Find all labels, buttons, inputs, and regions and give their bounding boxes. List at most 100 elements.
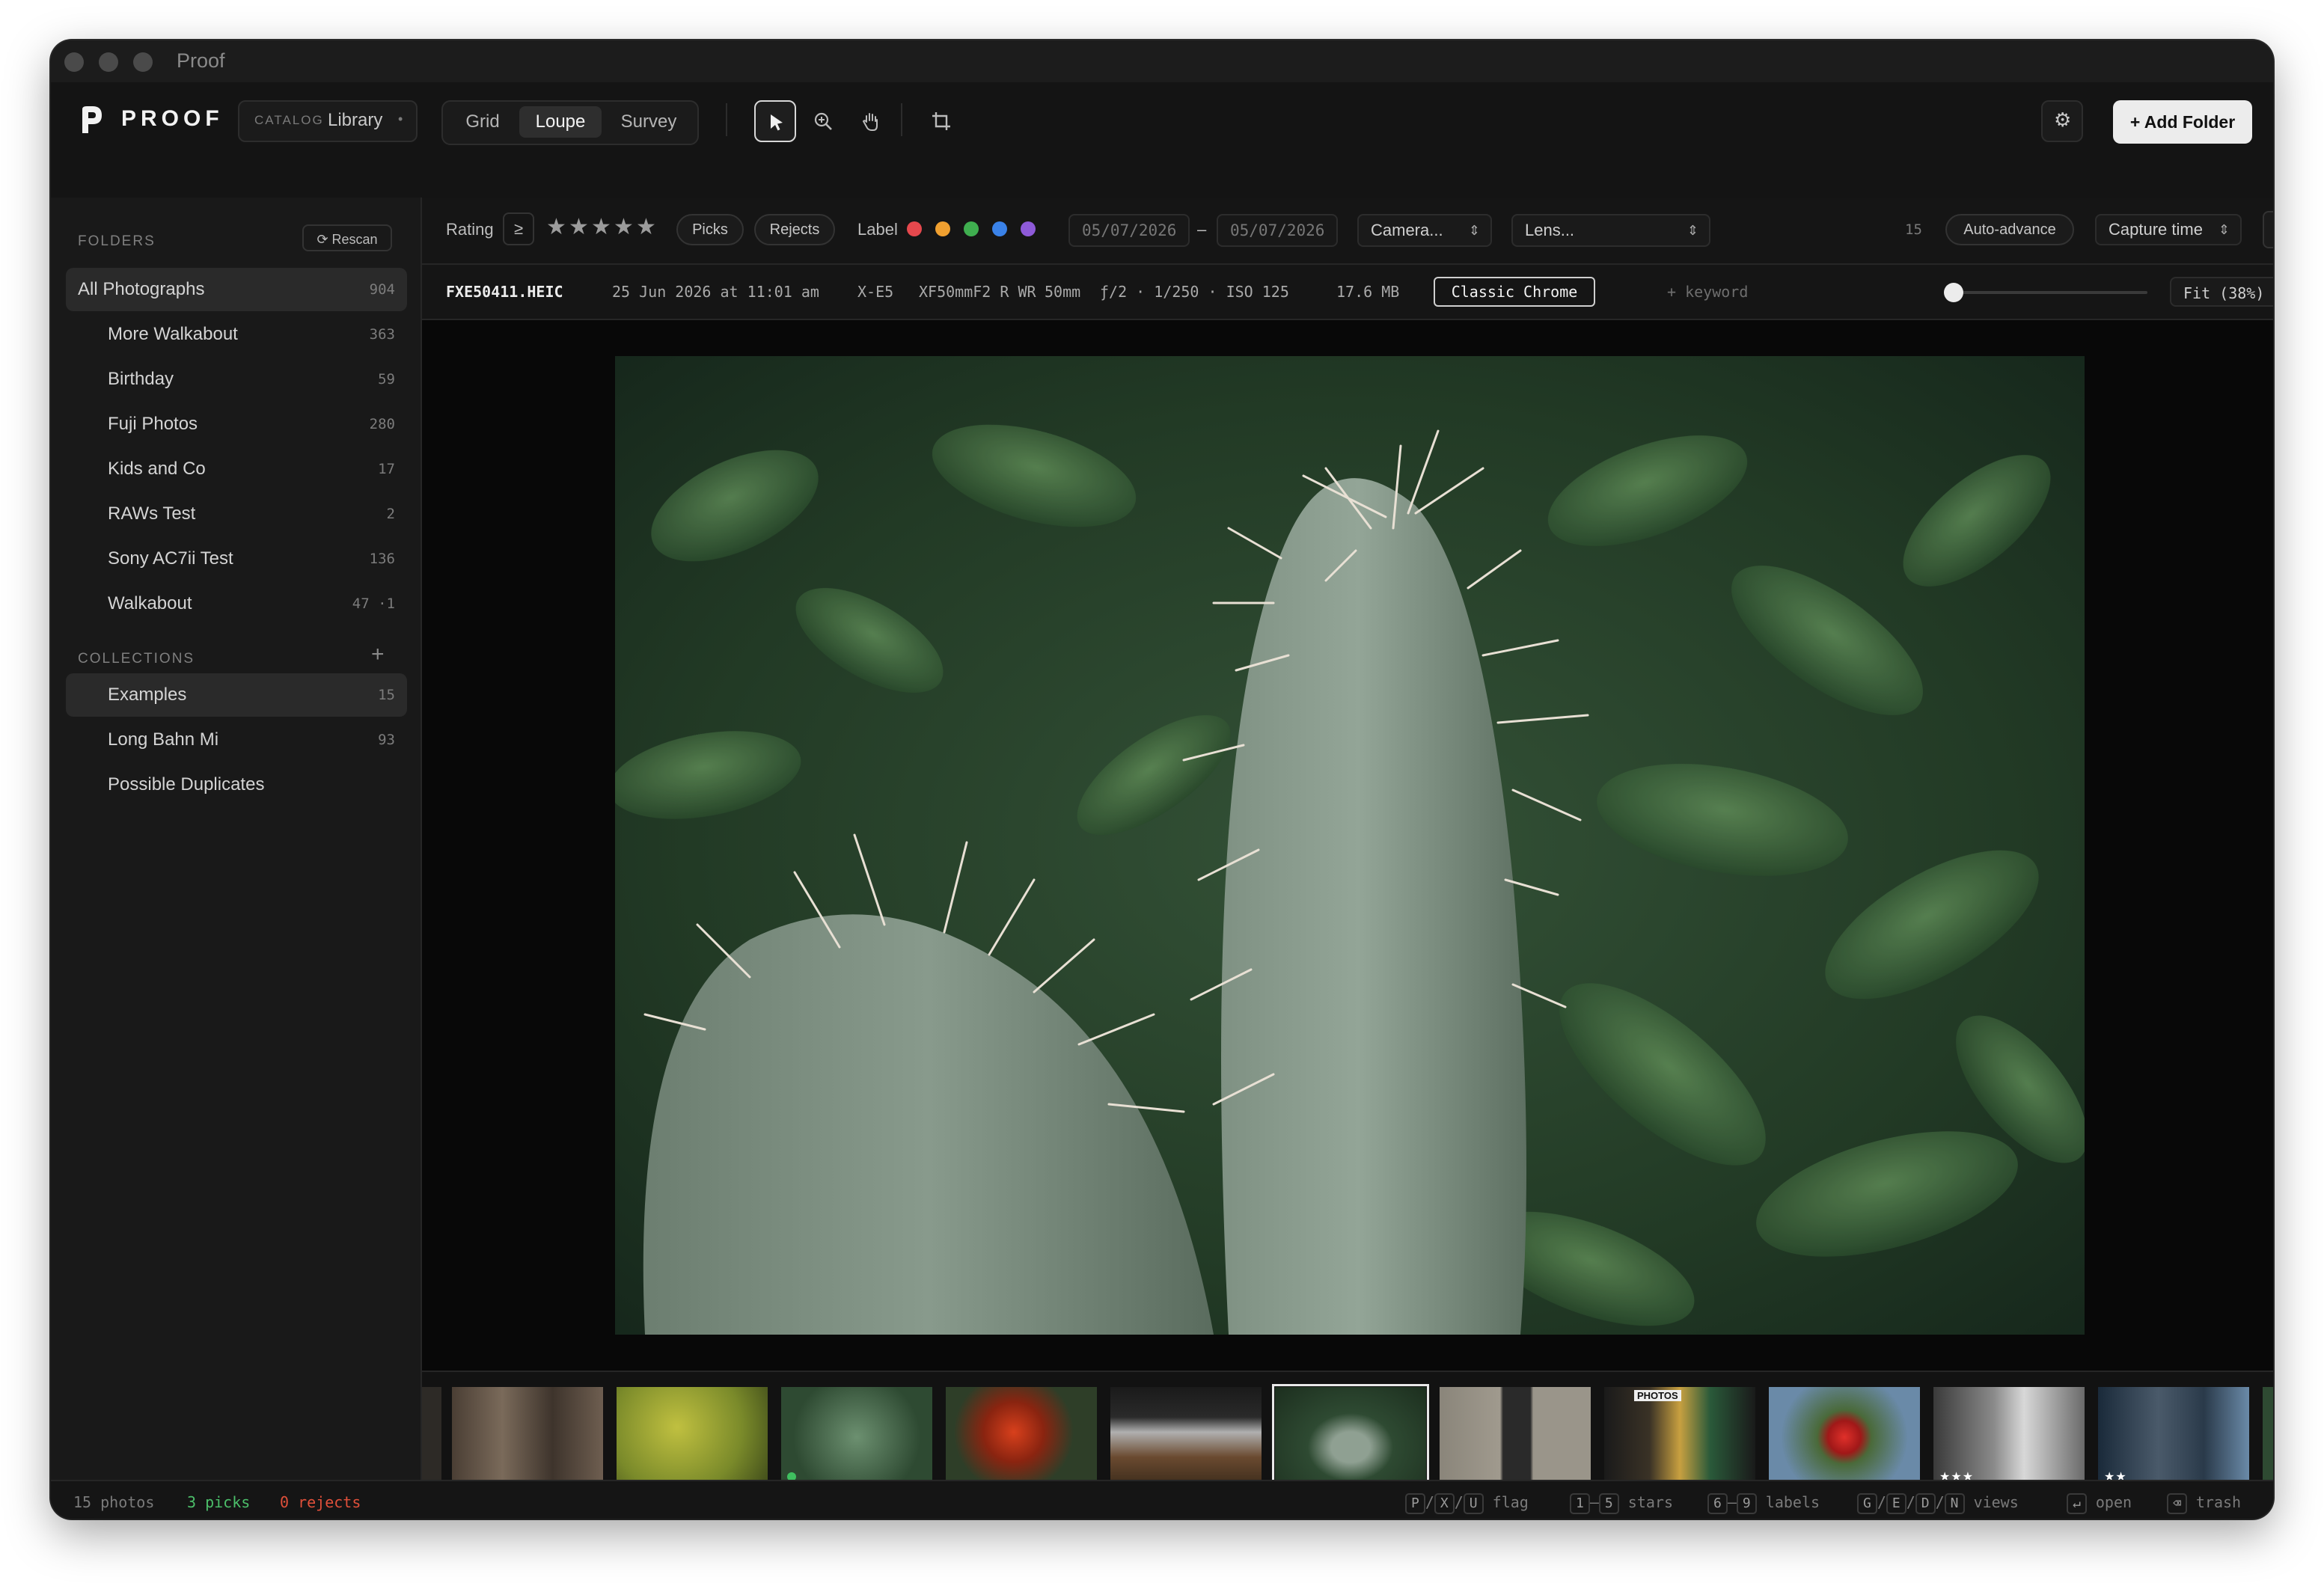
- thumbnail-partial[interactable]: [2263, 1387, 2273, 1487]
- proof-logo-icon: [82, 106, 102, 133]
- zoom-fit-select[interactable]: Fit (38%) ⇕: [2170, 277, 2273, 307]
- thumbnail[interactable]: ★★: [2098, 1387, 2249, 1487]
- rejects-filter-button[interactable]: Rejects: [754, 214, 835, 245]
- thumbnail-partial[interactable]: [422, 1387, 441, 1487]
- thumbnail-selected[interactable]: [1272, 1384, 1429, 1490]
- folder-count: 280: [369, 416, 395, 432]
- photo-lens: XF50mmF2 R WR: [919, 283, 1036, 301]
- catalog-more-icon: •: [398, 111, 403, 126]
- select-tool-button[interactable]: [754, 100, 796, 142]
- lens-select[interactable]: Lens... ⇕: [1511, 214, 1710, 247]
- date-to-input[interactable]: 05/07/2026: [1217, 214, 1338, 247]
- photo-focal-length: 50mm: [1045, 283, 1081, 301]
- photo-exposure: ƒ/2 · 1/250 · ISO 125: [1100, 283, 1289, 301]
- select-arrow-icon: [771, 114, 783, 131]
- thumbnail[interactable]: PHOTOS: [1604, 1387, 1755, 1487]
- thumbnail[interactable]: [617, 1387, 768, 1487]
- add-folder-button[interactable]: + Add Folder: [2113, 100, 2252, 144]
- sort-direction-button[interactable]: ↑: [2263, 211, 2273, 248]
- photo-info-bar: FXE50411.HEIC 25 Jun 2026 at 11:01 am X-…: [422, 265, 2273, 320]
- sort-select[interactable]: Capture time ⇕: [2095, 214, 2242, 245]
- catalog-selector[interactable]: CATALOG Library •: [238, 100, 418, 142]
- settings-button[interactable]: ⚙: [2041, 100, 2083, 142]
- chevron-updown-icon: ⇕: [1468, 223, 1480, 238]
- rating-star-3[interactable]: ★: [591, 214, 611, 240]
- label-purple-swatch[interactable]: [1021, 221, 1036, 236]
- sort-select-value: Capture time: [2109, 220, 2203, 239]
- app-window: Proof PROOF CATALOG Library • Grid Loupe…: [51, 40, 2273, 1519]
- title-bar: Proof: [51, 40, 2273, 83]
- folder-count: 904: [369, 281, 395, 298]
- thumbnail[interactable]: [452, 1387, 603, 1487]
- zoom-window-button[interactable]: [133, 52, 153, 72]
- pan-tool-button[interactable]: [850, 100, 892, 142]
- add-keyword-button[interactable]: + keyword: [1667, 283, 1748, 301]
- sidebar-item-kids-and-co[interactable]: Kids and Co 17: [66, 447, 407, 491]
- sidebar-item-all-photographs[interactable]: All Photographs 904: [66, 268, 407, 311]
- thumbnail[interactable]: [1440, 1387, 1591, 1487]
- rating-star-4[interactable]: ★: [614, 214, 634, 240]
- sidebar-item-possible-duplicates[interactable]: Possible Duplicates: [66, 763, 407, 806]
- collections-heading: COLLECTIONS: [78, 651, 195, 667]
- film-simulation-badge: Classic Chrome: [1434, 277, 1595, 307]
- sidebar-item-raws-test[interactable]: RAWs Test 2: [66, 492, 407, 536]
- thumbnail[interactable]: [1110, 1387, 1262, 1487]
- folder-name: Fuji Photos: [108, 414, 198, 434]
- picks-count: 3 picks: [187, 1493, 251, 1511]
- crop-tool-button[interactable]: [920, 100, 962, 142]
- folders-heading: FOLDERS: [78, 233, 156, 249]
- crop-icon: [932, 112, 950, 130]
- zoom-tool-button[interactable]: [802, 100, 844, 142]
- view-loupe-button[interactable]: Loupe: [519, 106, 602, 138]
- shortcut-hint-open: ↵ open: [2067, 1493, 2132, 1514]
- folder-name: RAWs Test: [108, 503, 196, 524]
- auto-advance-toggle[interactable]: Auto-advance: [1945, 214, 2074, 245]
- rating-label: Rating: [446, 220, 494, 239]
- folder-name: Walkabout: [108, 593, 192, 613]
- label-red-swatch[interactable]: [907, 221, 922, 236]
- view-survey-button[interactable]: Survey: [605, 106, 693, 138]
- sidebar-item-birthday[interactable]: Birthday 59: [66, 358, 407, 401]
- zoom-icon: [814, 112, 832, 130]
- label-blue-swatch[interactable]: [992, 221, 1007, 236]
- add-collection-button[interactable]: +: [371, 642, 385, 667]
- main-photo[interactable]: [615, 356, 2085, 1335]
- rating-star-2[interactable]: ★: [569, 214, 589, 240]
- loupe-viewer: [422, 320, 2273, 1371]
- thumbnail[interactable]: [1769, 1387, 1920, 1487]
- sidebar-item-more-walkabout[interactable]: More Walkabout 363: [66, 313, 407, 356]
- result-count: 15: [1905, 221, 1922, 238]
- thumbnail[interactable]: ★★★: [1933, 1387, 2085, 1487]
- rating-star-5[interactable]: ★: [636, 214, 656, 240]
- sidebar-item-fuji-photos[interactable]: Fuji Photos 280: [66, 402, 407, 446]
- sidebar-item-sony-ac7ii-test[interactable]: Sony AC7ii Test 136: [66, 537, 407, 581]
- photo-count: 15 photos: [73, 1493, 155, 1511]
- view-grid-button[interactable]: Grid: [449, 106, 516, 138]
- sidebar-item-walkabout[interactable]: Walkabout 47 ·1: [66, 582, 407, 625]
- sidebar-item-examples[interactable]: Examples 15: [66, 673, 407, 717]
- close-window-button[interactable]: [64, 52, 84, 72]
- minimize-window-button[interactable]: [99, 52, 118, 72]
- camera-select-value: Camera...: [1371, 221, 1443, 239]
- zoom-slider-knob[interactable]: [1944, 283, 1963, 302]
- chevron-updown-icon: ⇕: [2218, 222, 2230, 237]
- rating-operator-button[interactable]: ≥: [503, 212, 534, 245]
- label-orange-swatch[interactable]: [935, 221, 950, 236]
- picks-filter-button[interactable]: Picks: [676, 214, 744, 245]
- label-green-swatch[interactable]: [964, 221, 979, 236]
- hand-icon: [863, 113, 878, 131]
- shortcut-hint-views: G / E / D / N views: [1857, 1493, 2019, 1514]
- rating-star-1[interactable]: ★: [546, 214, 566, 240]
- date-from-input[interactable]: 05/07/2026: [1068, 214, 1190, 247]
- shortcut-hint-trash: ⌫ trash: [2167, 1493, 2241, 1514]
- rescan-button[interactable]: ⟳ Rescan: [302, 224, 392, 251]
- thumbnail[interactable]: [946, 1387, 1097, 1487]
- catalog-label: CATALOG: [254, 113, 324, 127]
- camera-select[interactable]: Camera... ⇕: [1357, 214, 1492, 247]
- sidebar-item-long-bahn-mi[interactable]: Long Bahn Mi 93: [66, 718, 407, 762]
- folder-count: 2: [386, 506, 395, 522]
- toolbar-divider: [901, 103, 902, 136]
- zoom-slider-track[interactable]: [1944, 291, 2147, 294]
- thumbnail[interactable]: [781, 1387, 932, 1487]
- rejects-count: 0 rejects: [280, 1493, 361, 1511]
